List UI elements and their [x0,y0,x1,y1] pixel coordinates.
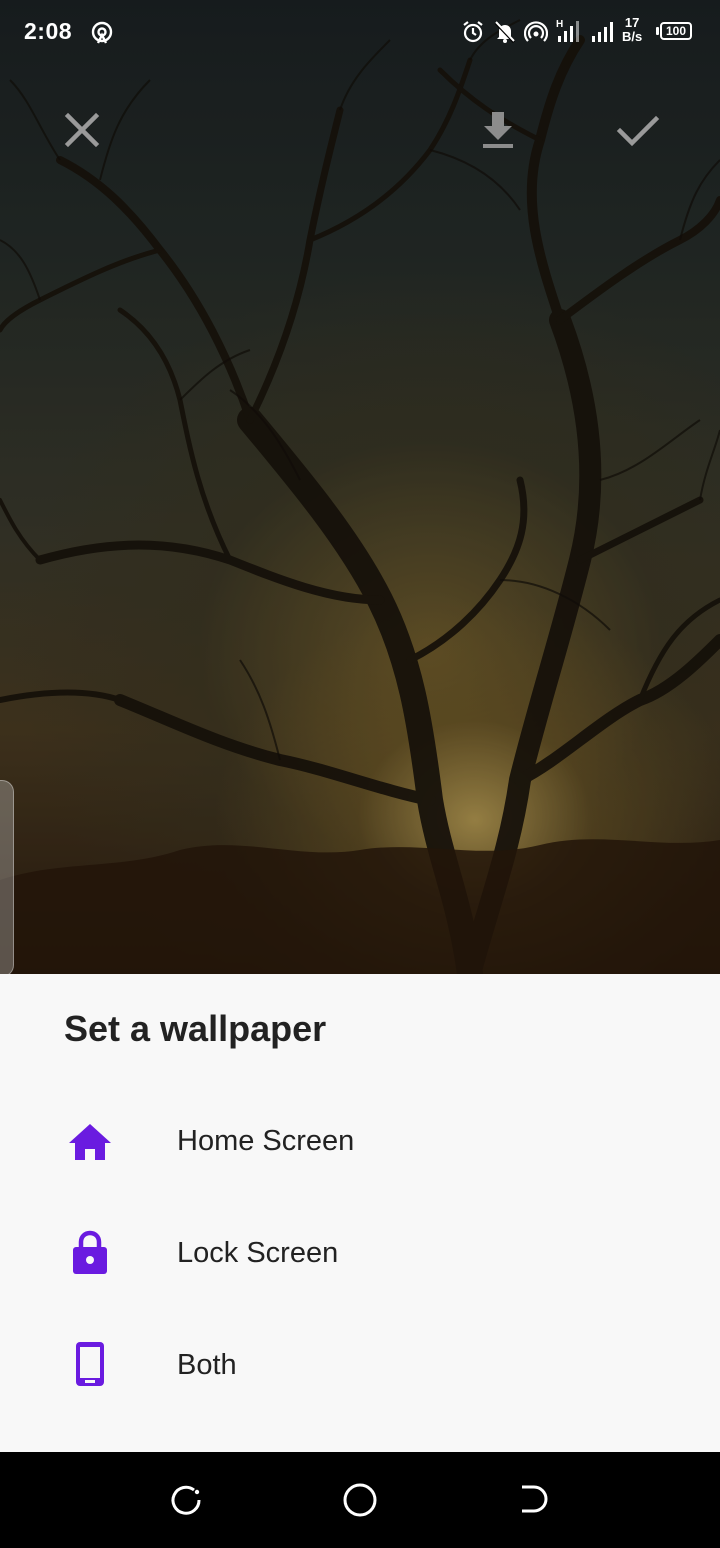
download-button[interactable] [472,104,524,156]
wifi-hotspot-icon [524,21,548,42]
svg-text:H: H [556,19,563,30]
home-button[interactable] [338,1478,382,1522]
navigation-bar [0,1452,720,1548]
network-speed-value: 17 [624,15,640,30]
mute-bell-icon [494,21,516,44]
battery-icon: 100 [660,22,692,40]
option-label-both: Both [177,1349,237,1381]
back-icon [522,1485,548,1513]
check-icon [616,115,660,147]
option-lock-screen[interactable]: Lock Screen [0,1198,720,1310]
signal-bars-icon [592,22,613,42]
lock-icon [73,1230,107,1274]
set-wallpaper-sheet: Set a wallpaper Home Screen Lock Screen … [0,974,720,1452]
recents-button[interactable] [164,1478,208,1522]
side-edge-handle[interactable] [0,780,14,977]
option-label-lock-screen: Lock Screen [177,1237,339,1269]
recents-icon [171,1485,201,1515]
alarm-icon [463,21,483,43]
option-label-home-screen: Home Screen [177,1125,355,1157]
battery-tip [656,27,659,35]
option-home-screen[interactable]: Home Screen [0,1086,720,1198]
hotspot-icon [91,21,113,44]
status-time: 2:08 [24,18,73,44]
close-icon [64,112,100,148]
network-speed: 17 B/s [622,16,642,44]
status-bar: 2:08 H 17 B/s 100 [0,0,720,64]
screen: 2:08 H 17 B/s 100 Set a wallpaper Home S… [0,0,720,1548]
back-button[interactable] [512,1478,556,1522]
home-icon [69,1124,111,1160]
battery-level: 100 [665,24,687,38]
option-both[interactable]: Both [0,1310,720,1422]
close-button[interactable] [56,104,108,156]
home-circle-icon [343,1483,377,1517]
network-speed-unit: B/s [622,29,643,44]
signal-h-icon: H [556,19,579,42]
phone-icon [76,1342,104,1386]
apply-button[interactable] [612,104,664,156]
download-icon [483,112,513,148]
sheet-title: Set a wallpaper [64,1008,327,1049]
